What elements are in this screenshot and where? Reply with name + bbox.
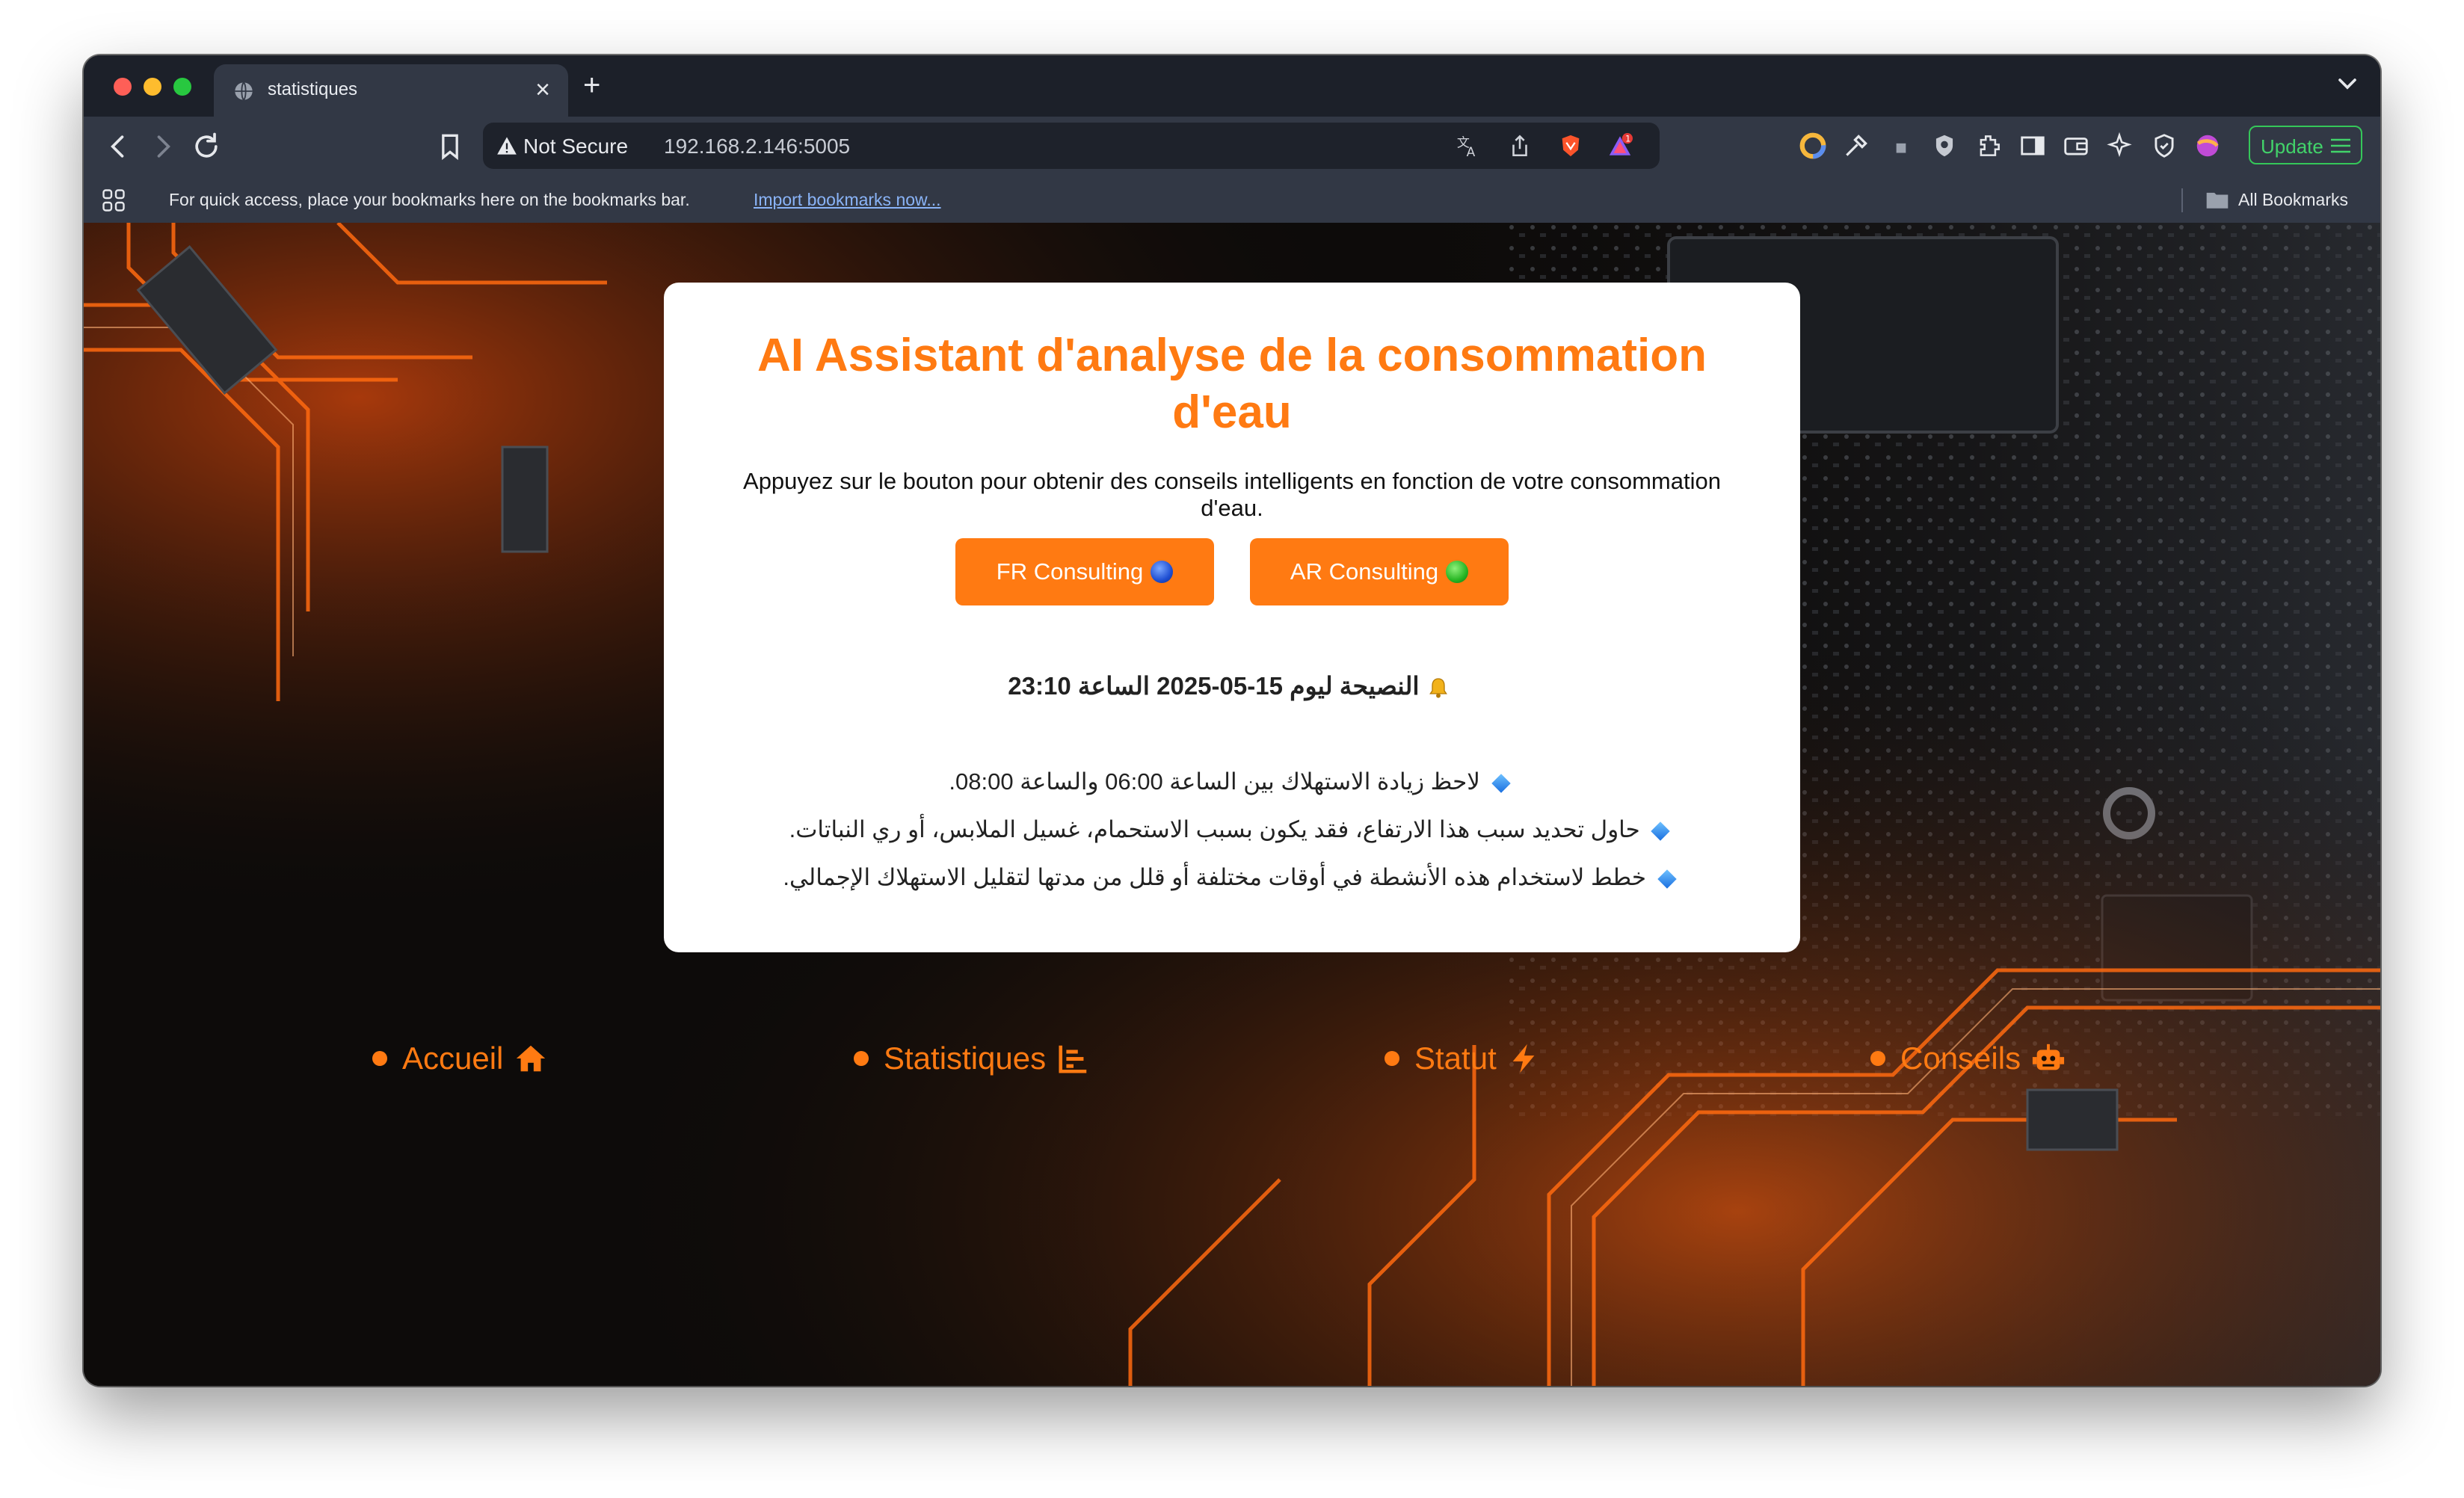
nav-bullet [1385, 1051, 1399, 1066]
extensions-icon[interactable] [1975, 132, 2003, 160]
leo-ai-icon[interactable] [2105, 132, 2134, 160]
brave-shield-icon[interactable] [1558, 133, 1583, 158]
chart-icon [1059, 1045, 1087, 1073]
url-text[interactable]: 192.168.2.146:5005 [664, 135, 850, 158]
warning-icon [497, 137, 517, 155]
advice-list: لاحظ زيادة الاستهلاك بين الساعة 06:00 وا… [709, 767, 1755, 910]
nav-conseils[interactable]: Conseils [1870, 1036, 2066, 1081]
nav-bullet [1870, 1051, 1885, 1066]
puzzle-extension-icon[interactable] [1887, 132, 1915, 160]
update-label: Update [2261, 135, 2323, 158]
nav-accueil-label: Accueil [402, 1041, 504, 1076]
home-icon [517, 1045, 546, 1072]
green-circle-icon [1446, 561, 1469, 583]
advice-item: حاول تحديد سبب هذا الارتفاع، فقد يكون بس… [709, 815, 1755, 863]
close-window-button[interactable] [114, 78, 132, 96]
apps-grid-icon[interactable] [100, 187, 127, 214]
reload-icon[interactable] [190, 130, 223, 163]
blue-diamond-icon [1651, 822, 1671, 841]
nav-statistiques[interactable]: Statistiques [854, 1036, 1091, 1081]
menu-icon [2331, 138, 2350, 153]
advice-text: لاحظ زيادة الاستهلاك بين الساعة 06:00 وا… [949, 768, 1480, 795]
import-bookmarks-link[interactable]: Import bookmarks now... [754, 190, 941, 210]
new-tab-button[interactable]: + [583, 70, 600, 100]
vpn-icon[interactable] [2150, 132, 2178, 160]
nav-bullet [372, 1051, 387, 1066]
security-status[interactable]: Not Secure [523, 135, 628, 158]
fr-consulting-label: FR Consulting [996, 558, 1144, 585]
nav-bullet [854, 1051, 869, 1066]
web-content: AI Assistant d'analyse de la consommatio… [84, 223, 2380, 1386]
advice-item: لاحظ زيادة الاستهلاك بين الساعة 06:00 وا… [709, 767, 1755, 815]
shield-extension-icon[interactable] [1930, 132, 1959, 160]
nav-statistiques-label: Statistiques [884, 1041, 1047, 1076]
zoom-window-button[interactable] [173, 78, 191, 96]
folder-icon [2206, 192, 2229, 209]
advice-item: خطط لاستخدام هذه الأنشطة في أوقات مختلفة… [709, 863, 1755, 910]
brave-rewards-icon[interactable]: 1 [1607, 133, 1633, 158]
bolt-icon [1512, 1044, 1535, 1073]
blue-diamond-icon [1657, 869, 1677, 889]
eyedropper-icon[interactable] [1842, 132, 1870, 160]
profile-avatar-icon[interactable] [2193, 132, 2222, 160]
bookmarks-hint: For quick access, place your bookmarks h… [169, 190, 690, 209]
nav-accueil[interactable]: Accueil [372, 1036, 548, 1081]
advice-header: النصيحة ليوم 15-05-2025 الساعة 23:10 [709, 671, 1755, 700]
tab-title: statistiques [268, 79, 358, 99]
page-title: AI Assistant d'analyse de la consommatio… [757, 330, 1707, 438]
share-icon[interactable] [1507, 133, 1533, 158]
blue-diamond-icon [1491, 774, 1511, 793]
bell-icon [1429, 678, 1447, 698]
nav-statut-label: Statut [1414, 1041, 1497, 1076]
bookmarks-divider [2181, 188, 2183, 212]
tab-strip: statistiques × + [84, 55, 2380, 117]
svg-text:A: A [1467, 145, 1476, 158]
advice-text: خطط لاستخدام هذه الأنشطة في أوقات مختلفة… [783, 864, 1646, 890]
bookmark-icon[interactable] [434, 130, 466, 163]
fr-consulting-button[interactable]: FR Consulting [955, 538, 1214, 605]
browser-window: statistiques × + Not Secure 192.168.2.14… [84, 55, 2380, 1386]
tab-statistiques[interactable]: statistiques × [214, 64, 568, 117]
robot-icon [2032, 1044, 2065, 1070]
back-icon[interactable] [102, 130, 135, 163]
chevron-down-icon[interactable] [2332, 69, 2362, 99]
nav-statut[interactable]: Statut [1385, 1036, 1541, 1081]
all-bookmarks[interactable]: All Bookmarks [2238, 190, 2348, 210]
advice-title: النصيحة ليوم 15-05-2025 الساعة 23:10 [1008, 672, 1420, 700]
globe-icon [235, 81, 253, 101]
blue-circle-icon [1151, 561, 1174, 583]
translate-icon[interactable]: 文 A [1455, 133, 1480, 158]
ar-consulting-label: AR Consulting [1290, 558, 1439, 585]
sidebar-icon[interactable] [2018, 132, 2047, 160]
color-picker-extension-icon[interactable] [1799, 132, 1827, 160]
minimize-window-button[interactable] [144, 78, 161, 96]
update-button[interactable]: Update [2249, 126, 2362, 164]
rewards-badge-count: 1 [1625, 133, 1630, 144]
page-description: Appuyez sur le bouton pour obtenir des c… [743, 468, 1721, 521]
tab-close-button[interactable]: × [535, 75, 550, 105]
toolbar: Not Secure 192.168.2.146:5005 文 A 1 Upda… [84, 117, 2380, 176]
forward-icon[interactable] [147, 130, 179, 163]
ar-consulting-button[interactable]: AR Consulting [1250, 538, 1509, 605]
advice-text: حاول تحديد سبب هذا الارتفاع، فقد يكون بس… [789, 816, 1640, 842]
bookmarks-bar: For quick access, place your bookmarks h… [84, 176, 2380, 223]
wallet-icon[interactable] [2062, 132, 2090, 160]
advice-card: AI Assistant d'analyse de la consommatio… [664, 283, 1800, 952]
nav-conseils-label: Conseils [1900, 1041, 2021, 1076]
address-bar[interactable]: Not Secure 192.168.2.146:5005 文 A 1 [483, 123, 1660, 169]
